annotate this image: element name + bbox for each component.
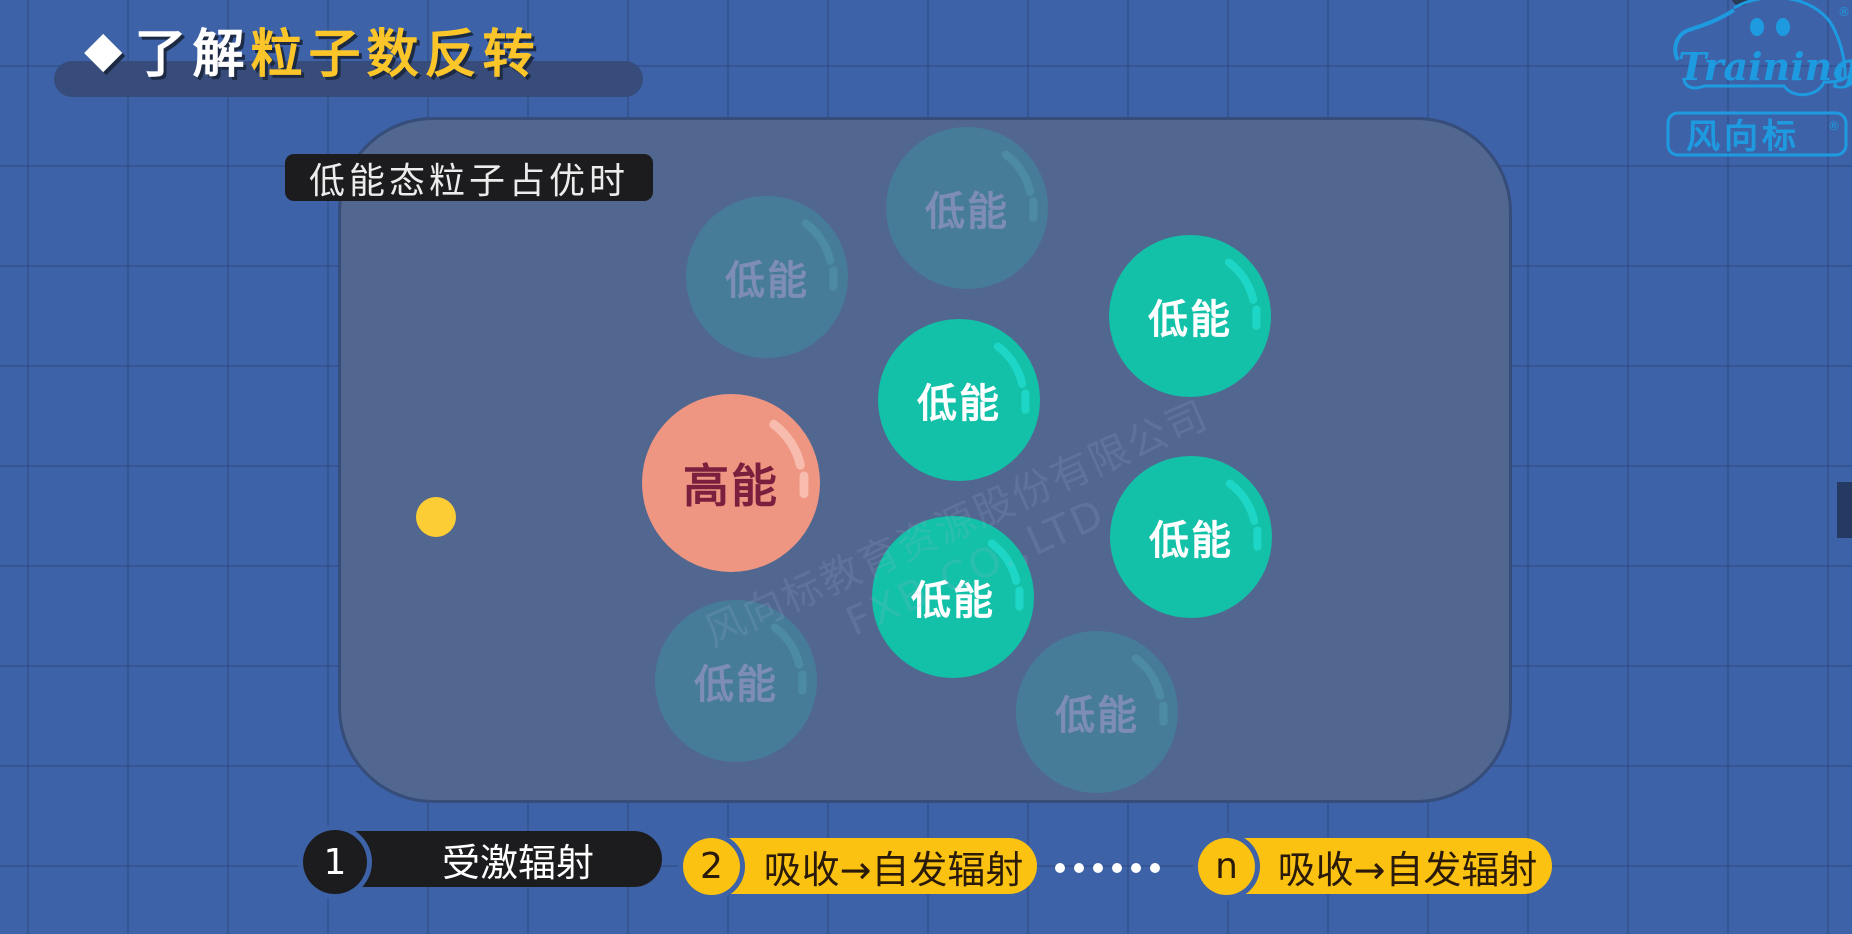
low-energy-particle: 低能 [872, 516, 1034, 678]
low-energy-particle: 低能 [1109, 235, 1271, 397]
step-1-label[interactable]: 受激辐射 [340, 831, 662, 887]
ellipsis-dots-icon [1055, 863, 1160, 873]
high-energy-particle: 高能 [642, 394, 820, 572]
svg-text:风向标: 风向标 [1686, 117, 1800, 157]
particle-label: 低能 [1149, 518, 1233, 564]
particle-label: 低能 [1055, 693, 1139, 739]
particle-label: 低能 [694, 662, 778, 708]
state-label: 低能态粒子占优时 [285, 154, 653, 202]
title-prefix: 了解 [134, 24, 251, 85]
step-n-label[interactable]: 吸收→自发辐射 [1237, 838, 1552, 894]
title-highlight: 粒子数反转 [250, 24, 541, 85]
brand-logo: Training ® 风向标 ® [1664, 0, 1852, 160]
page-title: ◆ 了解 粒子数反转 [84, 14, 541, 85]
low-energy-particle: 低能 [1110, 456, 1272, 618]
particle-label: 低能 [925, 189, 1009, 235]
particle-label: 低能 [1148, 297, 1232, 343]
faded-low-energy-particle: 低能 [886, 127, 1048, 289]
faded-low-energy-particle: 低能 [1016, 631, 1178, 793]
particle-label: 低能 [725, 258, 809, 304]
step-n-number[interactable]: n [1198, 838, 1255, 895]
car-logo-icon: Training ® 风向标 ® [1666, 0, 1852, 157]
svg-text:®: ® [1828, 119, 1840, 133]
faded-low-energy-particle: 低能 [655, 600, 817, 762]
step-2-label[interactable]: 吸收→自发辐射 [720, 838, 1037, 894]
diamond-bullet-icon: ◆ [84, 20, 129, 78]
side-panel-tab[interactable] [1837, 482, 1852, 538]
photon-dot [416, 497, 456, 537]
faded-low-energy-particle: 低能 [686, 196, 848, 358]
svg-text:Training: Training [1678, 44, 1852, 89]
particle-label: 高能 [683, 459, 779, 513]
low-energy-particle: 低能 [878, 319, 1040, 481]
particle-label: 低能 [911, 578, 995, 624]
step-2-number[interactable]: 2 [683, 838, 740, 895]
svg-text:®: ® [1838, 5, 1850, 19]
step-1-number[interactable]: 1 [303, 830, 367, 894]
particle-label: 低能 [917, 381, 1001, 427]
